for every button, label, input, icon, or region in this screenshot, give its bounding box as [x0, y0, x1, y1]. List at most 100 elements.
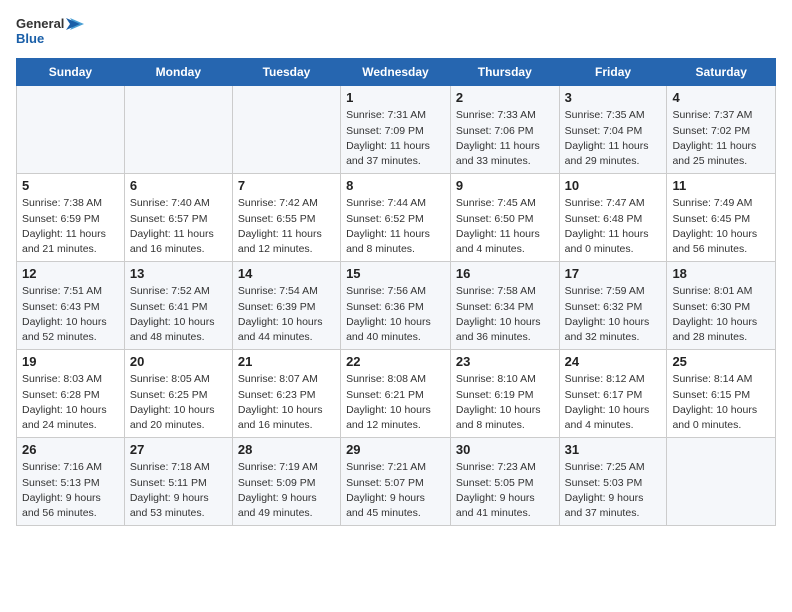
day-number: 26 [22, 442, 119, 457]
day-number: 14 [238, 266, 335, 281]
weekday-header-tuesday: Tuesday [232, 59, 340, 86]
day-number: 17 [565, 266, 662, 281]
calendar-week-row: 12 Sunrise: 7:51 AMSunset: 6:43 PMDayligh… [17, 262, 776, 350]
day-info: Sunrise: 8:01 AMSunset: 6:30 PMDaylight:… [672, 284, 770, 345]
day-info: Sunrise: 8:14 AMSunset: 6:15 PMDaylight:… [672, 372, 770, 433]
calendar-cell: 12 Sunrise: 7:51 AMSunset: 6:43 PMDayligh… [17, 262, 125, 350]
day-info: Sunrise: 7:49 AMSunset: 6:45 PMDaylight:… [672, 196, 770, 257]
calendar-cell: 8Sunrise: 7:44 AMSunset: 6:52 PMDaylight… [341, 174, 451, 262]
calendar-cell: 26 Sunrise: 7:16 AMSunset: 5:13 PMDayligh… [17, 438, 125, 526]
calendar-week-row: 26 Sunrise: 7:16 AMSunset: 5:13 PMDayligh… [17, 438, 776, 526]
day-info: Sunrise: 7:51 AMSunset: 6:43 PMDaylight:… [22, 284, 119, 345]
calendar-cell: 14 Sunrise: 7:54 AMSunset: 6:39 PMDayligh… [232, 262, 340, 350]
logo-container: General Blue [16, 16, 84, 46]
day-number: 12 [22, 266, 119, 281]
day-number: 27 [130, 442, 227, 457]
day-number: 2 [456, 90, 554, 105]
day-number: 21 [238, 354, 335, 369]
calendar-cell: 2 Sunrise: 7:33 AMSunset: 7:06 PMDaylight… [450, 86, 559, 174]
day-number: 22 [346, 354, 445, 369]
logo-arrow-icon [66, 16, 84, 32]
day-info: Sunrise: 7:54 AMSunset: 6:39 PMDaylight:… [238, 284, 335, 345]
calendar-cell: 13 Sunrise: 7:52 AMSunset: 6:41 PMDayligh… [124, 262, 232, 350]
calendar-cell: 16 Sunrise: 7:58 AMSunset: 6:34 PMDayligh… [450, 262, 559, 350]
calendar-cell: 31 Sunrise: 7:25 AMSunset: 5:03 PMDayligh… [559, 438, 667, 526]
day-info: Sunrise: 7:56 AMSunset: 6:36 PMDaylight:… [346, 284, 445, 345]
day-info: Sunrise: 8:05 AMSunset: 6:25 PMDaylight:… [130, 372, 227, 433]
day-number: 6 [130, 178, 227, 193]
calendar-cell: 3 Sunrise: 7:35 AMSunset: 7:04 PMDaylight… [559, 86, 667, 174]
calendar-week-row: 1 Sunrise: 7:31 AMSunset: 7:09 PMDaylight… [17, 86, 776, 174]
day-number: 23 [456, 354, 554, 369]
calendar-cell: 18 Sunrise: 8:01 AMSunset: 6:30 PMDayligh… [667, 262, 776, 350]
day-number: 13 [130, 266, 227, 281]
day-info: Sunrise: 8:08 AMSunset: 6:21 PMDaylight:… [346, 372, 445, 433]
calendar-week-row: 5Sunrise: 7:38 AMSunset: 6:59 PMDaylight… [17, 174, 776, 262]
calendar-table: SundayMondayTuesdayWednesdayThursdayFrid… [16, 58, 776, 526]
calendar-cell: 19 Sunrise: 8:03 AMSunset: 6:28 PMDayligh… [17, 350, 125, 438]
calendar-cell: 1 Sunrise: 7:31 AMSunset: 7:09 PMDaylight… [341, 86, 451, 174]
calendar-week-row: 19 Sunrise: 8:03 AMSunset: 6:28 PMDayligh… [17, 350, 776, 438]
day-number: 30 [456, 442, 554, 457]
day-info: Sunrise: 8:10 AMSunset: 6:19 PMDaylight:… [456, 372, 554, 433]
calendar-cell [17, 86, 125, 174]
weekday-header-saturday: Saturday [667, 59, 776, 86]
calendar-cell: 9Sunrise: 7:45 AMSunset: 6:50 PMDaylight… [450, 174, 559, 262]
day-number: 28 [238, 442, 335, 457]
day-info: Sunrise: 8:03 AMSunset: 6:28 PMDaylight:… [22, 372, 119, 433]
calendar-cell: 10 Sunrise: 7:47 AMSunset: 6:48 PMDayligh… [559, 174, 667, 262]
calendar-cell: 21 Sunrise: 8:07 AMSunset: 6:23 PMDayligh… [232, 350, 340, 438]
day-info: Sunrise: 7:23 AMSunset: 5:05 PMDaylight:… [456, 460, 554, 521]
calendar-cell: 23 Sunrise: 8:10 AMSunset: 6:19 PMDayligh… [450, 350, 559, 438]
day-number: 3 [565, 90, 662, 105]
calendar-cell: 5Sunrise: 7:38 AMSunset: 6:59 PMDaylight… [17, 174, 125, 262]
calendar-cell [232, 86, 340, 174]
day-number: 15 [346, 266, 445, 281]
day-info: Sunrise: 7:37 AMSunset: 7:02 PMDaylight:… [672, 108, 770, 169]
day-number: 10 [565, 178, 662, 193]
day-info: Sunrise: 7:42 AMSunset: 6:55 PMDaylight:… [238, 196, 335, 257]
calendar-cell: 15 Sunrise: 7:56 AMSunset: 6:36 PMDayligh… [341, 262, 451, 350]
day-number: 25 [672, 354, 770, 369]
weekday-header-row: SundayMondayTuesdayWednesdayThursdayFrid… [17, 59, 776, 86]
calendar-cell: 11 Sunrise: 7:49 AMSunset: 6:45 PMDayligh… [667, 174, 776, 262]
day-number: 29 [346, 442, 445, 457]
day-info: Sunrise: 7:31 AMSunset: 7:09 PMDaylight:… [346, 108, 445, 169]
day-number: 8 [346, 178, 445, 193]
day-info: Sunrise: 7:33 AMSunset: 7:06 PMDaylight:… [456, 108, 554, 169]
calendar-cell: 6 Sunrise: 7:40 AMSunset: 6:57 PMDaylight… [124, 174, 232, 262]
day-number: 31 [565, 442, 662, 457]
day-number: 24 [565, 354, 662, 369]
calendar-cell: 30 Sunrise: 7:23 AMSunset: 5:05 PMDayligh… [450, 438, 559, 526]
calendar-cell: 28Sunrise: 7:19 AMSunset: 5:09 PMDayligh… [232, 438, 340, 526]
weekday-header-wednesday: Wednesday [341, 59, 451, 86]
day-info: Sunrise: 7:47 AMSunset: 6:48 PMDaylight:… [565, 196, 662, 257]
weekday-header-monday: Monday [124, 59, 232, 86]
day-info: Sunrise: 7:25 AMSunset: 5:03 PMDaylight:… [565, 460, 662, 521]
logo-blue: Blue [16, 32, 84, 46]
day-number: 19 [22, 354, 119, 369]
day-number: 1 [346, 90, 445, 105]
day-number: 9 [456, 178, 554, 193]
calendar-cell: 24Sunrise: 8:12 AMSunset: 6:17 PMDayligh… [559, 350, 667, 438]
day-info: Sunrise: 7:35 AMSunset: 7:04 PMDaylight:… [565, 108, 662, 169]
day-info: Sunrise: 7:40 AMSunset: 6:57 PMDaylight:… [130, 196, 227, 257]
calendar-cell: 25 Sunrise: 8:14 AMSunset: 6:15 PMDayligh… [667, 350, 776, 438]
calendar-cell: 20Sunrise: 8:05 AMSunset: 6:25 PMDayligh… [124, 350, 232, 438]
calendar-cell [667, 438, 776, 526]
day-info: Sunrise: 7:16 AMSunset: 5:13 PMDaylight:… [22, 460, 119, 521]
day-info: Sunrise: 7:18 AMSunset: 5:11 PMDaylight:… [130, 460, 227, 521]
day-number: 11 [672, 178, 770, 193]
day-info: Sunrise: 7:58 AMSunset: 6:34 PMDaylight:… [456, 284, 554, 345]
day-number: 16 [456, 266, 554, 281]
calendar-cell: 22 Sunrise: 8:08 AMSunset: 6:21 PMDayligh… [341, 350, 451, 438]
weekday-header-friday: Friday [559, 59, 667, 86]
day-info: Sunrise: 8:07 AMSunset: 6:23 PMDaylight:… [238, 372, 335, 433]
day-number: 18 [672, 266, 770, 281]
day-number: 5 [22, 178, 119, 193]
day-info: Sunrise: 7:59 AMSunset: 6:32 PMDaylight:… [565, 284, 662, 345]
day-info: Sunrise: 7:52 AMSunset: 6:41 PMDaylight:… [130, 284, 227, 345]
logo-general: General [16, 17, 64, 31]
day-info: Sunrise: 7:21 AMSunset: 5:07 PMDaylight:… [346, 460, 445, 521]
calendar-cell: 29 Sunrise: 7:21 AMSunset: 5:07 PMDayligh… [341, 438, 451, 526]
